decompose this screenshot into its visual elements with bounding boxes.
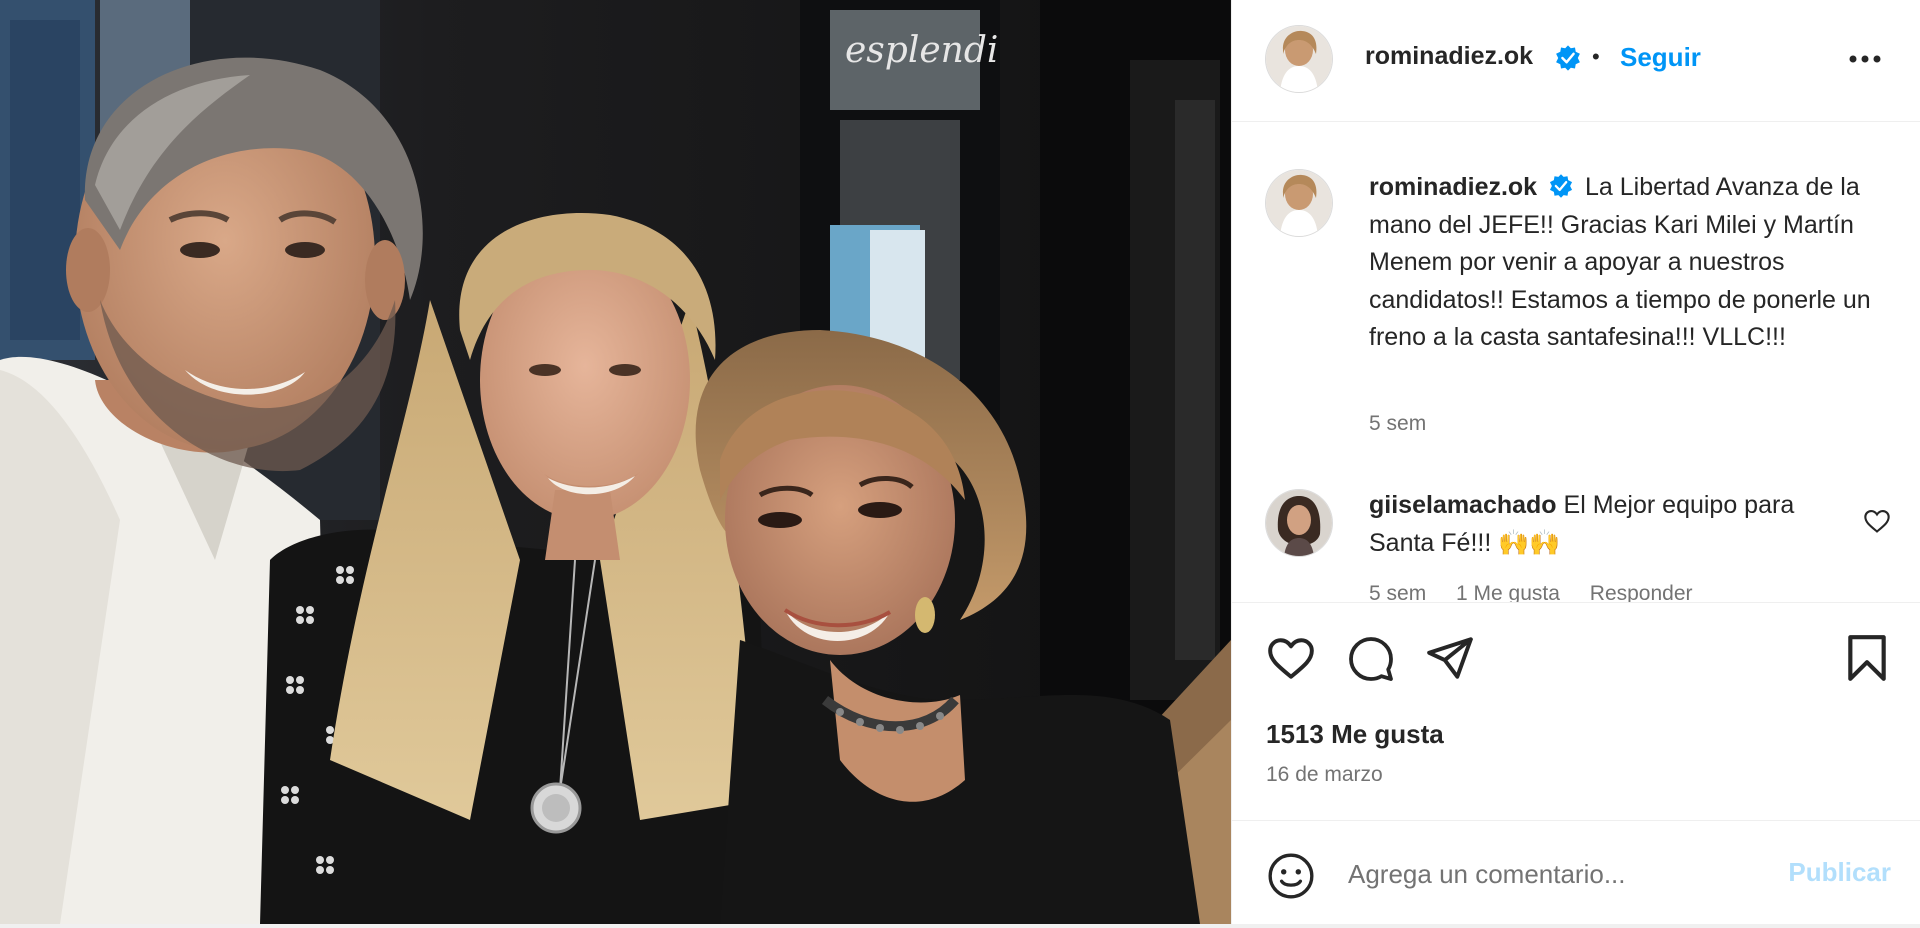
bottom-divider xyxy=(0,924,1920,928)
comment-avatar[interactable] xyxy=(1266,490,1332,556)
verified-badge-icon xyxy=(1556,45,1580,71)
heart-icon[interactable] xyxy=(1266,635,1316,681)
instagram-post-dialog: esplendi rominadiez.ok • Seguir rominadi… xyxy=(0,0,1920,928)
comment-meta: 5 sem 1 Me gusta Responder xyxy=(1369,582,1717,602)
comment-item: giiselamachado El Mejor equipo para Sant… xyxy=(1369,487,1839,562)
comment-author[interactable]: giiselamachado xyxy=(1369,491,1557,519)
post-photo-image: esplendi xyxy=(0,0,1231,924)
caption-meta: 5 sem xyxy=(1369,412,1450,436)
likes-count[interactable]: 1513 Me gusta xyxy=(1266,719,1444,750)
follow-button[interactable]: Seguir xyxy=(1620,42,1701,73)
emoji-smiley-icon[interactable] xyxy=(1266,851,1316,901)
paper-plane-icon[interactable] xyxy=(1425,635,1475,681)
author-avatar[interactable] xyxy=(1266,26,1332,92)
post-header: rominadiez.ok • Seguir xyxy=(1232,0,1920,122)
post-side-panel: rominadiez.ok • Seguir rominadiez.ok La … xyxy=(1231,0,1920,924)
comment-input[interactable] xyxy=(1346,847,1750,901)
small-heart-icon[interactable] xyxy=(1863,508,1891,534)
comment-composer: Publicar xyxy=(1232,820,1920,924)
post-caption: rominadiez.ok La Libertad Avanza de la m… xyxy=(1369,169,1889,357)
verified-badge-icon xyxy=(1549,174,1573,198)
caption-author[interactable]: rominadiez.ok xyxy=(1369,173,1537,201)
post-actions-section: 1513 Me gusta 16 de marzo xyxy=(1232,602,1920,820)
author-username[interactable]: rominadiez.ok xyxy=(1365,42,1533,71)
post-date[interactable]: 16 de marzo xyxy=(1266,763,1383,787)
bookmark-icon[interactable] xyxy=(1846,633,1888,683)
comment-likes[interactable]: 1 Me gusta xyxy=(1456,582,1560,602)
caption-avatar[interactable] xyxy=(1266,170,1332,236)
comments-list[interactable]: rominadiez.ok La Libertad Avanza de la m… xyxy=(1232,122,1920,602)
publish-button[interactable]: Publicar xyxy=(1788,857,1891,888)
comment-time[interactable]: 5 sem xyxy=(1369,582,1426,602)
comment-bubble-icon[interactable] xyxy=(1346,635,1396,683)
comment-reply-button[interactable]: Responder xyxy=(1590,582,1693,602)
photo-sign-text: esplendi xyxy=(845,30,998,71)
post-photo[interactable]: esplendi xyxy=(0,0,1231,924)
separator-dot: • xyxy=(1592,44,1600,69)
caption-time[interactable]: 5 sem xyxy=(1369,412,1426,435)
more-options-icon[interactable] xyxy=(1845,44,1885,74)
